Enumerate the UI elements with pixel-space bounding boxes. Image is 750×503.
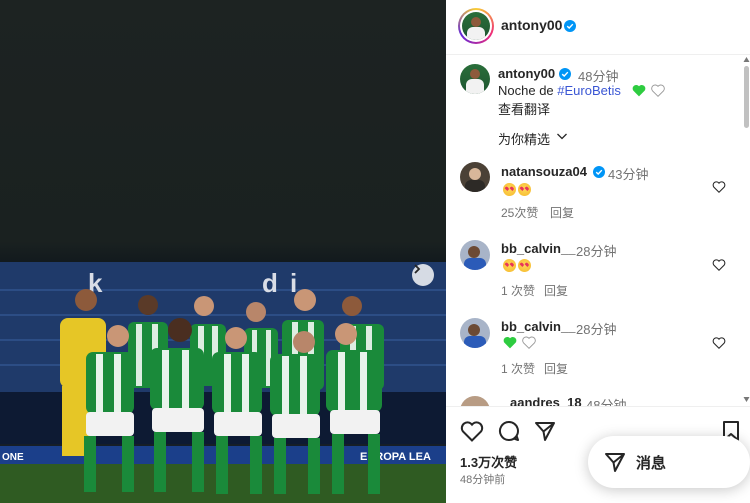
comment-username[interactable]: natansouza04 [501,164,587,179]
caption-username[interactable]: antony00 [498,66,555,81]
heart-eyes-emoji-icon [518,183,531,197]
scrollbar-thumb[interactable] [744,66,749,128]
banner-left-text: ONE [2,452,24,463]
like-comment-heart-icon[interactable] [712,336,726,350]
comment-emojis [503,181,533,199]
share-send-icon[interactable] [534,420,556,442]
comment-username[interactable]: bb_calvin__ [501,241,575,256]
comment-likes[interactable]: 25次赞 [501,204,538,221]
comment-time: 28分钟 [576,322,617,337]
comment-reply-button[interactable]: 回复 [544,282,568,299]
comment-bubble-icon[interactable] [498,420,520,442]
comment-avatar[interactable] [460,396,490,406]
green-heart-emoji-icon [632,84,646,97]
comment-reply-button[interactable]: 回复 [550,204,574,221]
heart-eyes-emoji-icon [503,259,516,273]
stadium-letter-d: d [262,268,278,298]
comment-likes[interactable]: 1 次赞 [501,360,535,377]
comment-avatar[interactable] [460,240,490,270]
green-heart-emoji-icon [503,336,517,349]
comment-time: 43分钟 [608,167,649,182]
scroll-up-arrow-icon[interactable] [743,56,750,64]
heart-eyes-emoji-icon [518,259,531,273]
header-divider [446,54,750,55]
post-likes-count[interactable]: 1.3万次赞 [460,452,517,471]
verified-badge-icon [559,68,571,80]
comment-avatar[interactable] [460,318,490,348]
post-timestamp: 48分钟前 [460,474,506,486]
verified-badge-icon [564,20,576,32]
comment-username[interactable]: aandres_18 [510,395,582,406]
comment-reply-button[interactable]: 回复 [544,360,568,377]
comment-username[interactable]: bb_calvin__ [501,319,575,334]
scroll-down-arrow-icon[interactable] [743,396,750,404]
comment-partial: aandres_18 48分钟 [446,392,742,406]
white-heart-emoji-icon [522,336,536,349]
see-translation-link[interactable]: 查看翻译 [498,99,550,118]
next-image-button[interactable] [412,264,434,286]
like-comment-heart-icon[interactable] [712,180,726,194]
post-photo[interactable]: k d i ONE EUROPA LEA [0,0,446,503]
comment-likes[interactable]: 1 次赞 [501,282,535,299]
header-avatar[interactable] [458,8,494,44]
caption-avatar[interactable] [460,64,490,94]
actions-divider [446,406,750,407]
messages-button[interactable]: 消息 [588,436,750,488]
comment-emojis [503,257,533,275]
chevron-right-icon [414,264,421,274]
post-side-panel: antony00 antony00 48分钟 Noche de #EuroBet… [446,0,750,503]
comment-filter-label[interactable]: 为你精选 [498,129,550,148]
comment-time: 48分钟 [586,398,627,406]
caption-hashtag[interactable]: #EuroBetis [557,83,621,98]
like-comment-heart-icon[interactable] [712,258,726,272]
caption-text-prefix: Noche de [498,83,558,98]
comment-time: 28分钟 [576,244,617,259]
caption-text: Noche de #EuroBetis [498,83,621,98]
header-username[interactable]: antony00 [501,17,562,33]
comment-avatar[interactable] [460,162,490,192]
team-photo-illustration: k d i ONE EUROPA LEA [0,262,446,503]
verified-badge-icon [593,166,605,178]
chevron-down-icon[interactable] [556,131,568,141]
white-heart-emoji-icon [651,84,665,97]
messages-button-label: 消息 [636,454,667,472]
heart-eyes-emoji-icon [503,183,516,197]
like-heart-icon[interactable] [460,420,484,442]
send-message-icon [605,453,625,472]
